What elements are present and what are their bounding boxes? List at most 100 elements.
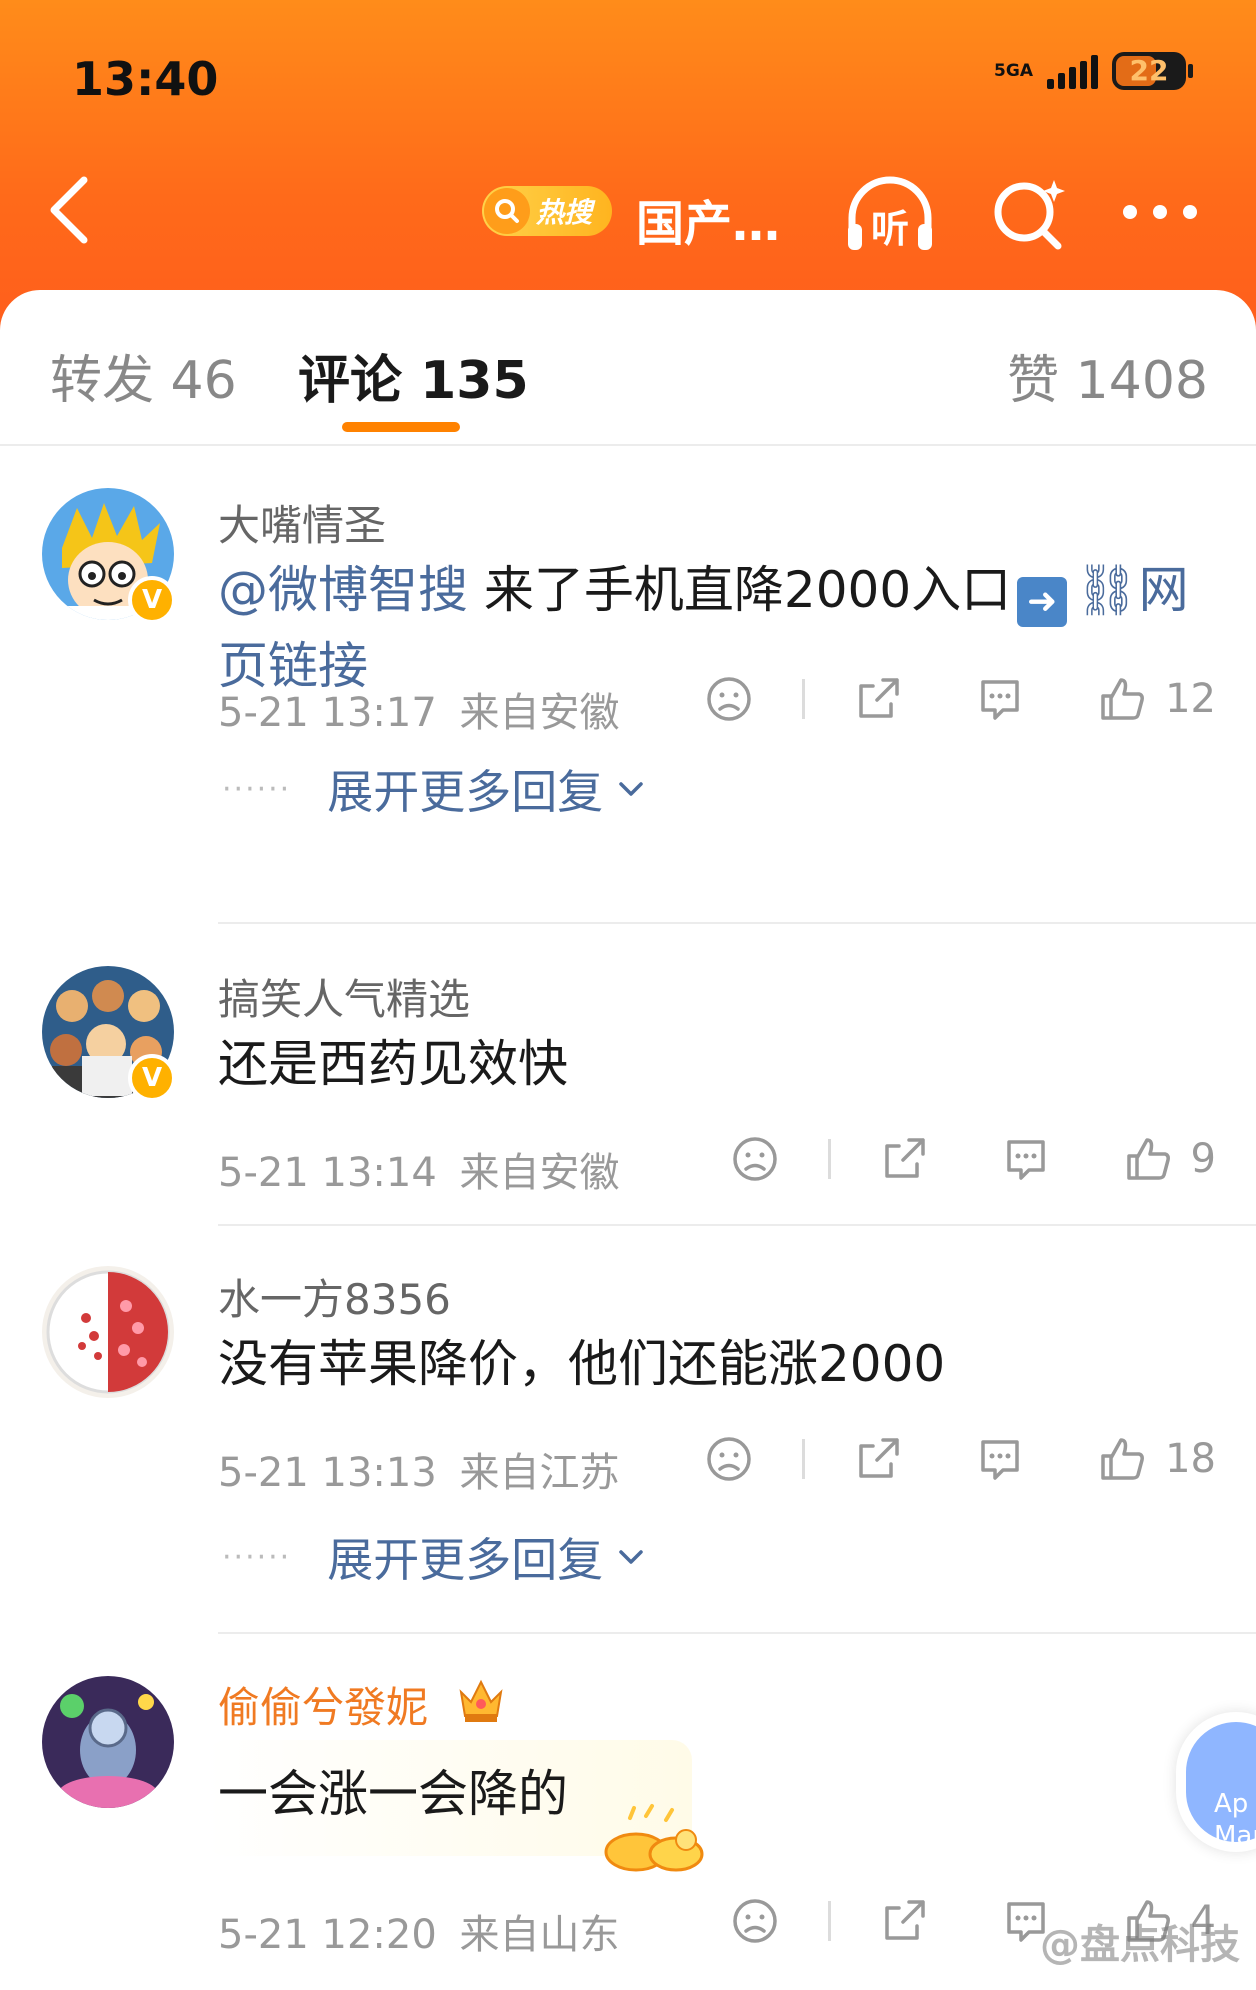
share-icon	[884, 1900, 925, 1940]
comment-location: 来自安徽	[459, 690, 620, 736]
arrow-right-emoji-icon: ➜	[1017, 577, 1068, 627]
comment-bubble-icon	[981, 680, 1019, 720]
divider	[218, 1632, 1256, 1634]
comment-time: 5-21 12:20	[218, 1912, 437, 1958]
comment-bubble-icon	[981, 1440, 1019, 1480]
like-count: 18	[1165, 1436, 1216, 1482]
comment-text: 没有苹果降价，他们还能涨2000	[218, 1335, 946, 1393]
network-label: 5GA	[994, 61, 1033, 81]
sad-face-icon	[707, 677, 751, 721]
more-dots-icon	[1123, 205, 1197, 219]
share-icon	[859, 1438, 899, 1478]
comment-username[interactable]: 搞笑人气精选	[218, 966, 470, 1027]
verified-badge-icon: V	[128, 1054, 176, 1102]
tab-comments[interactable]: 评论 135	[298, 338, 529, 413]
top-bar: 13:40 5GA 22 热搜 国产… 听	[0, 0, 1256, 330]
thumbs-up-icon	[1101, 678, 1145, 720]
hot-search-label: 热搜	[536, 196, 593, 229]
headphones-icon: 听	[848, 176, 932, 251]
expand-replies-button[interactable]: ······ 展开更多回复	[222, 1524, 649, 1590]
expand-replies-button[interactable]: ······ 展开更多回复	[222, 756, 649, 822]
dislike-button[interactable]	[704, 674, 754, 724]
topic-title[interactable]: 国产…	[636, 184, 780, 254]
share-button[interactable]	[853, 674, 903, 724]
smart-search-icon	[994, 180, 1065, 250]
expand-replies-label: 展开更多回复	[327, 765, 604, 819]
thumbs-up-icon	[1126, 1138, 1170, 1180]
share-button[interactable]	[853, 1434, 903, 1484]
avatar[interactable]	[42, 1266, 174, 1398]
comment-meta: 5-21 12:20 来自山东	[218, 1902, 620, 1960]
status-time: 13:40	[72, 52, 219, 106]
comment-actions: 18	[704, 1434, 1216, 1484]
avatar[interactable]	[42, 1676, 174, 1808]
divider	[218, 922, 1256, 924]
battery-level: 22	[1129, 54, 1169, 87]
comment-username[interactable]: 大嘴情圣	[218, 492, 386, 553]
share-button[interactable]	[879, 1134, 929, 1184]
divider	[827, 1139, 831, 1179]
share-icon	[859, 678, 899, 718]
crown-badge-icon	[456, 1676, 506, 1724]
hot-search-badge[interactable]: 热搜	[482, 186, 612, 236]
comment-location: 来自江苏	[459, 1450, 620, 1496]
divider	[802, 679, 806, 719]
active-tab-indicator	[342, 422, 460, 432]
network-indicator: 5GA	[994, 62, 1033, 80]
comment-text: 还是西药见效快	[218, 1035, 568, 1093]
back-button[interactable]	[40, 170, 110, 250]
share-icon	[884, 1138, 925, 1178]
comment-location: 来自安徽	[459, 1150, 620, 1196]
floating-app-label-1: Ap	[1214, 1789, 1249, 1819]
comment-text-body: 来了手机直降2000入口	[468, 561, 1012, 619]
mention-link[interactable]: @微博智搜	[218, 561, 468, 619]
divider	[0, 444, 1256, 446]
thumbs-up-icon	[1101, 1438, 1145, 1480]
reply-button[interactable]	[975, 1434, 1025, 1484]
comment-meta: 5-21 13:17 来自安徽	[218, 680, 620, 738]
chevron-down-icon	[619, 1550, 643, 1564]
comment-meta: 5-21 13:14 来自安徽	[218, 1140, 620, 1198]
like-button[interactable]: 12	[1097, 674, 1216, 724]
tab-bar: 转发 46 评论 135 赞 1408	[0, 290, 1256, 440]
sad-face-icon	[732, 1137, 777, 1181]
reply-button[interactable]	[1001, 1134, 1051, 1184]
dislike-button[interactable]	[704, 1434, 754, 1484]
comment-time: 5-21 13:14	[218, 1150, 437, 1196]
like-count: 12	[1165, 676, 1216, 722]
more-button[interactable]	[1118, 194, 1202, 230]
comment-actions: 9	[730, 1134, 1216, 1184]
listen-label: 听	[871, 207, 909, 251]
chevron-down-icon	[619, 782, 643, 796]
coin-sticker-icon	[590, 1800, 718, 1876]
watermark: @盘点科技	[1040, 1922, 1240, 1968]
status-icons: 5GA 22	[994, 52, 1193, 90]
share-button[interactable]	[879, 1896, 929, 1946]
comment-location: 来自山东	[459, 1912, 620, 1958]
sad-face-icon	[732, 1899, 777, 1943]
sad-face-icon	[707, 1437, 751, 1481]
reply-button[interactable]	[975, 674, 1025, 724]
tab-reposts[interactable]: 转发 46	[50, 338, 237, 413]
dislike-button[interactable]	[730, 1134, 780, 1184]
comment-time: 5-21 13:13	[218, 1450, 437, 1496]
divider	[218, 1224, 1256, 1226]
comment-username[interactable]: 水一方8356	[218, 1266, 451, 1327]
verified-badge-icon: V	[128, 576, 176, 624]
listen-button[interactable]: 听	[840, 172, 940, 256]
comment-meta: 5-21 13:13 来自江苏	[218, 1440, 620, 1498]
search-icon	[484, 188, 530, 234]
comment-username[interactable]: 偷偷兮發妮	[218, 1674, 428, 1735]
divider	[827, 1901, 831, 1941]
like-button[interactable]: 9	[1123, 1134, 1216, 1184]
link-icon: ⛓	[1075, 561, 1139, 619]
dislike-button[interactable]	[730, 1896, 780, 1946]
like-button[interactable]: 18	[1097, 1434, 1216, 1484]
search-button[interactable]	[988, 172, 1072, 256]
like-count: 9	[1190, 1136, 1216, 1182]
battery-icon: 22	[1112, 52, 1193, 90]
tab-likes[interactable]: 赞 1408	[1007, 338, 1208, 413]
comment-text: 一会涨一会降的	[218, 1765, 568, 1823]
divider	[802, 1439, 806, 1479]
dots-decoration: ······	[222, 771, 292, 807]
